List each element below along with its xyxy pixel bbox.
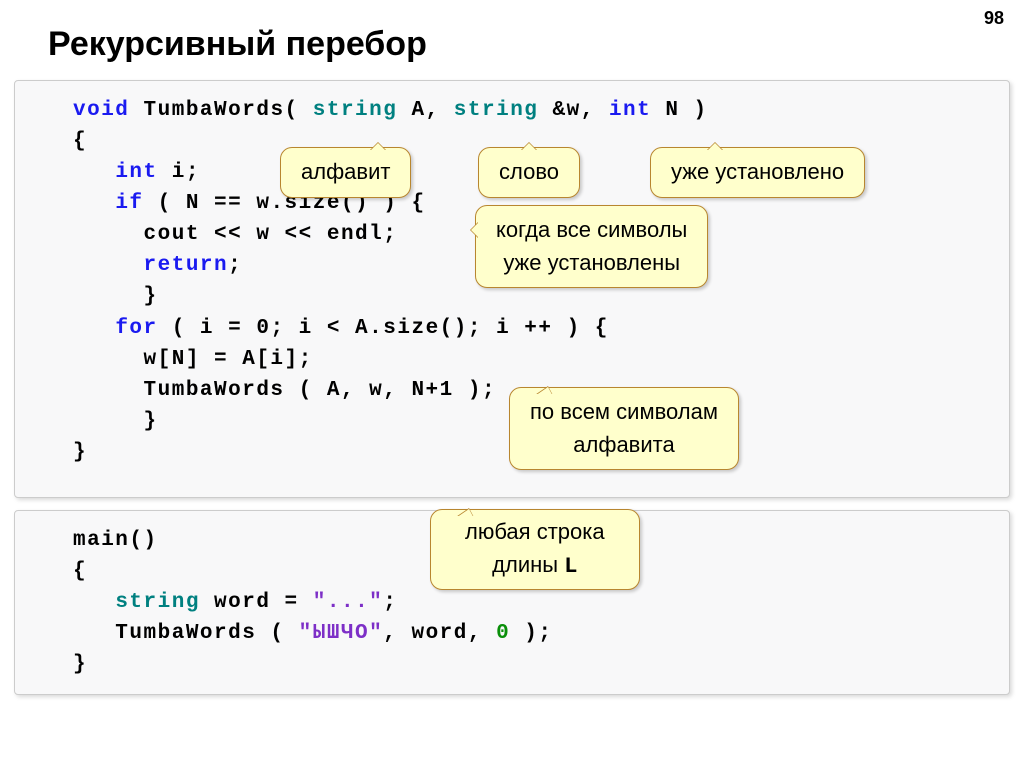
balloon-line: когда все символы [496, 217, 687, 242]
code-block-main: main() { string word = "..."; TumbaWords… [14, 510, 1010, 695]
page-number: 98 [984, 8, 1004, 29]
balloon-already-set: уже установлено [650, 147, 865, 198]
balloon-line: длины [492, 552, 564, 577]
balloon-any-string: любая строка длины L [430, 509, 640, 590]
balloon-alphabet: алфавит [280, 147, 411, 198]
code-line: w[N] = A[i]; [73, 344, 1001, 375]
slide-title: Рекурсивный перебор [0, 0, 1024, 76]
balloon-line: любая строка [465, 519, 605, 544]
code-line: TumbaWords ( "ЫШЧО", word, 0 ); [73, 618, 1001, 649]
code-line: void TumbaWords( string A, string &w, in… [73, 95, 1001, 126]
code-line: } [73, 649, 1001, 680]
balloon-line: алфавита [573, 432, 674, 457]
balloon-line: уже установлены [503, 250, 680, 275]
balloon-word: слово [478, 147, 580, 198]
balloon-line: по всем символам [530, 399, 718, 424]
code-block-function: void TumbaWords( string A, string &w, in… [14, 80, 1010, 498]
balloon-code-var: L [564, 554, 577, 579]
balloon-all-alphabet: по всем символам алфавита [509, 387, 739, 470]
code-line: for ( i = 0; i < A.size(); i ++ ) { [73, 313, 1001, 344]
balloon-all-symbols: когда все символы уже установлены [475, 205, 708, 288]
code-line: string word = "..."; [73, 587, 1001, 618]
